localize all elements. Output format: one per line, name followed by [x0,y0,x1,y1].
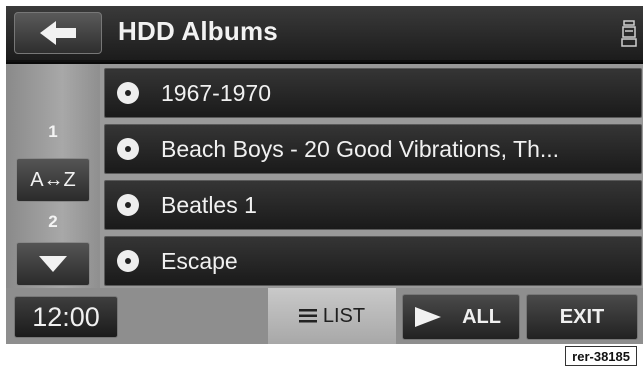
page-number-bottom: 2 [48,212,58,231]
disc-icon [117,194,139,216]
arrow-left-icon [40,21,76,45]
header-bar: HDD Albums [6,6,643,62]
album-item[interactable]: Escape [104,236,642,286]
all-label: ALL [462,305,501,328]
page-number-top: 1 [48,122,58,141]
exit-button[interactable]: EXIT [526,294,638,340]
album-list: 1967-1970 Beach Boys - 20 Good Vibration… [100,64,643,288]
page-title: HDD Albums [118,16,278,46]
list-label: LIST [322,304,366,327]
disc-icon [117,250,139,272]
triangle-down-icon [39,256,67,272]
media-screen: HDD Albums 1 A↔Z 2 1967-1970 Beach Boys … [6,6,643,344]
disc-icon [117,82,139,104]
album-label: Beatles 1 [161,191,257,218]
clock-display[interactable]: 12:00 [14,296,118,338]
album-label: 1967-1970 [161,79,271,106]
tab-list[interactable]: LIST [268,288,396,344]
album-label: Escape [161,247,238,274]
sort-az-button[interactable]: A↔Z [16,158,90,202]
back-button[interactable] [14,12,102,54]
bottom-bar: 12:00 LIST ALL EXIT [6,288,643,344]
album-item[interactable]: Beach Boys - 20 Good Vibrations, Th... [104,124,642,174]
disc-icon [117,138,139,160]
album-label: Beach Boys - 20 Good Vibrations, Th... [161,135,560,162]
list-sidebar: 1 A↔Z 2 [6,64,100,288]
play-all-button[interactable]: ALL [402,294,520,340]
album-item[interactable]: Beatles 1 [104,180,642,230]
album-item[interactable]: 1967-1970 [104,68,642,118]
list-icon [298,309,317,323]
reference-tag: rer-38185 [565,346,637,366]
play-icon [415,307,441,327]
scroll-down-button[interactable] [16,242,90,286]
hdd-device-icon [621,20,637,47]
